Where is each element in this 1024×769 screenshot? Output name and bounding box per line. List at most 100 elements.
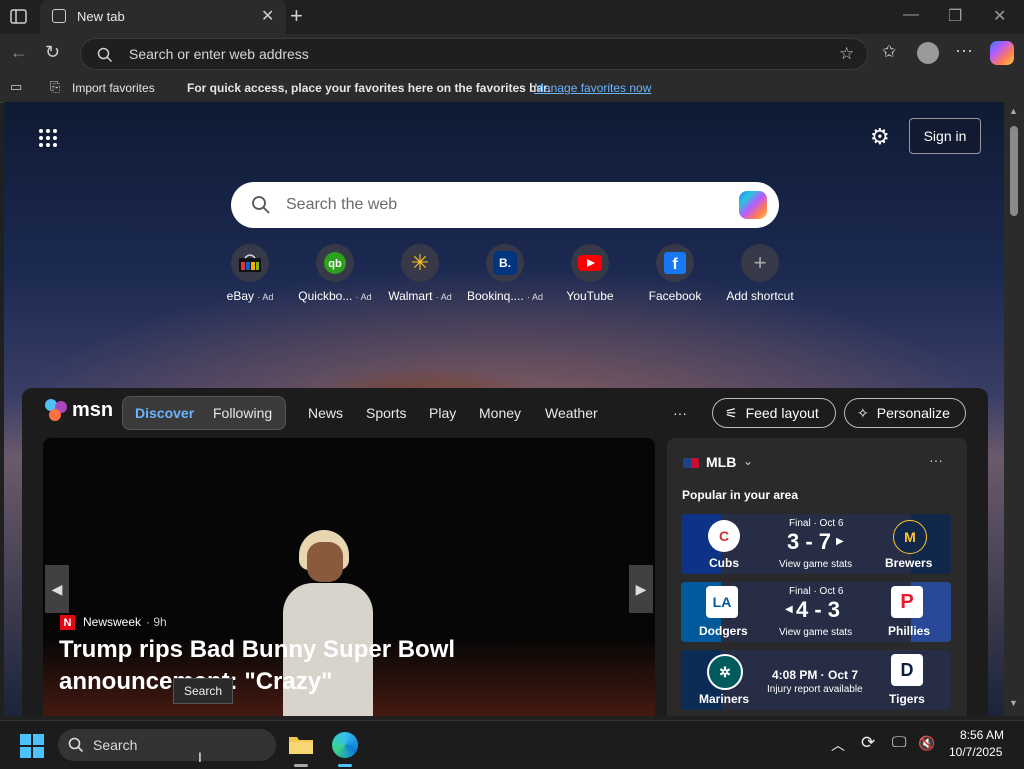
shortcut-label: Facebook [648,289,702,303]
tab-actions-icon[interactable] [9,8,29,26]
booking-icon: B. [486,244,524,282]
shortcut-label: YouTube [566,289,614,303]
feed-layout-label: Feed layout [745,405,819,421]
network-icon[interactable]: 🖵 [892,734,906,751]
hero-prev-arrow-icon[interactable]: ◀ [45,565,69,613]
taskbar: Search I ︿ ⟳ 🖵 🔇 8:56 AM 10/7/2025 [0,720,1024,769]
sync-icon[interactable]: ⟳ [861,733,875,753]
active-indicator [338,764,352,767]
restore-icon[interactable]: ❐ [948,6,962,26]
browser-tab[interactable]: New tab ✕ [40,0,286,34]
favorites-bar-message: For quick access, place your favorites h… [187,81,551,95]
nav-weather[interactable]: Weather [545,405,598,421]
mlb-subtitle: Popular in your area [682,488,799,502]
card-more-icon[interactable]: ··· [929,452,943,468]
manage-favorites-link[interactable]: Manage favorites now [534,81,651,95]
address-bar[interactable]: Search or enter web address ☆ [80,38,868,70]
personalize-button[interactable]: ✧ Personalize [844,398,966,428]
nav-news[interactable]: News [308,405,343,421]
new-tab-page: ⚙ Sign in Search the web eBay · Ad qb Qu… [4,102,1004,716]
away-team-name: Brewers [885,556,933,570]
search-icon [68,737,84,753]
game-link[interactable]: View game stats [779,559,852,570]
copilot-icon[interactable] [739,191,767,219]
taskbar-time[interactable]: 8:56 AM [960,728,1004,742]
mlb-scores-card: MLB ⌄ ··· Popular in your area C Cubs Fi… [667,438,967,716]
shortcut-tile[interactable]: qb Quickbo... · Ad [292,244,378,303]
scroll-down-icon[interactable]: ▼ [1009,698,1018,708]
game-link[interactable]: View game stats [779,627,852,638]
youtube-icon [571,244,609,282]
game-row[interactable]: LA Dodgers Final · Oct 6 ◀ 4 - 3 View ga… [681,582,951,642]
copilot-icon[interactable] [990,41,1014,65]
feed-layout-button[interactable]: ⚟ Feed layout [712,398,836,428]
minimize-icon[interactable]: — [903,6,919,24]
nav-sports[interactable]: Sports [366,405,406,421]
edge-browser-icon[interactable] [332,732,358,758]
chevron-down-icon[interactable]: ⌄ [743,454,753,468]
add-shortcut-tile[interactable]: + Add shortcut [717,244,803,303]
shortcut-tile[interactable]: YouTube [547,244,633,303]
game-row[interactable]: C Cubs Final · Oct 6 3 - 7 ▶ View game s… [681,514,951,574]
tab-following[interactable]: Following [213,405,272,421]
profile-avatar[interactable] [917,42,939,64]
nav-play[interactable]: Play [429,405,456,421]
home-team-name: Dodgers [699,624,748,638]
nav-money[interactable]: Money [479,405,521,421]
new-tab-plus-icon[interactable]: + [290,3,303,29]
text-cursor-icon: I [198,749,202,765]
game-row[interactable]: ✲ Mariners 4:08 PM · Oct 7 Injury report… [681,650,951,710]
collections-icon[interactable]: ▭ [10,79,22,95]
shortcut-tile[interactable]: eBay · Ad [207,244,293,303]
shortcut-tile[interactable]: f Facebook [632,244,718,303]
dodgers-logo-icon: LA [706,586,738,618]
shortcut-tile[interactable]: B. Bookinq.... · Ad [462,244,548,303]
game-link[interactable]: Injury report available [767,684,863,695]
close-window-icon[interactable]: ✕ [993,6,1006,26]
new-tab-favicon-icon [52,9,66,23]
favorites-icon[interactable]: ✩ [882,42,896,62]
volume-muted-icon[interactable]: 🔇 [918,735,935,752]
taskbar-search[interactable]: Search [58,729,276,761]
taskbar-date[interactable]: 10/7/2025 [949,745,1002,759]
shortcut-tile[interactable]: ✳ Walmart · Ad [377,244,463,303]
favorite-star-icon[interactable]: ☆ [839,44,854,64]
shortcut-label: eBay [226,289,254,303]
file-explorer-icon[interactable] [288,733,314,758]
scrollbar-thumb[interactable] [1010,126,1018,216]
ad-badge: · Ad [435,292,452,302]
search-icon [97,47,113,63]
story-source: Newsweek [83,615,142,629]
hero-story[interactable]: ◀ ▶ N Newsweek · 9h Trump rips Bad Bunny… [43,438,655,716]
running-indicator [294,764,308,767]
hero-image [307,542,343,582]
web-search-box[interactable]: Search the web [231,182,779,228]
plus-icon: + [741,244,779,282]
show-hidden-icons-chevron-icon[interactable]: ︿ [831,735,845,755]
tab-discover[interactable]: Discover [135,405,194,421]
sign-in-button[interactable]: Sign in [909,118,981,154]
close-tab-icon[interactable]: ✕ [261,6,274,26]
tab-title: New tab [77,9,125,24]
apps-grid-icon[interactable] [38,128,58,151]
mlb-title[interactable]: MLB [706,454,736,470]
msn-logo[interactable] [44,398,70,425]
tab-strip: New tab ✕ + — ❐ ✕ [0,0,1024,34]
brewers-logo-icon: M [893,520,927,554]
nav-more-icon[interactable]: ··· [673,405,687,421]
winner-arrow-icon: ▶ [836,536,844,547]
back-arrow-icon[interactable]: ← [10,42,28,63]
story-headline[interactable]: Trump rips Bad Bunny Super Bowl announce… [59,634,629,698]
import-favorites-button[interactable]: Import favorites [72,81,155,95]
windows-start-icon[interactable] [20,734,44,761]
hero-next-arrow-icon[interactable]: ▶ [629,565,653,613]
personalize-label: Personalize [876,405,950,421]
scroll-up-icon[interactable]: ▲ [1009,106,1018,116]
msn-logo-text: msn [72,399,114,421]
page-scrollbar[interactable]: ▲ ▼ [1004,102,1024,716]
mariners-logo-icon: ✲ [707,654,743,690]
more-menu-icon[interactable]: ··· [955,40,973,61]
quickbooks-icon: qb [316,244,354,282]
settings-gear-icon[interactable]: ⚙ [870,124,890,150]
refresh-icon[interactable]: ↻ [45,42,60,63]
